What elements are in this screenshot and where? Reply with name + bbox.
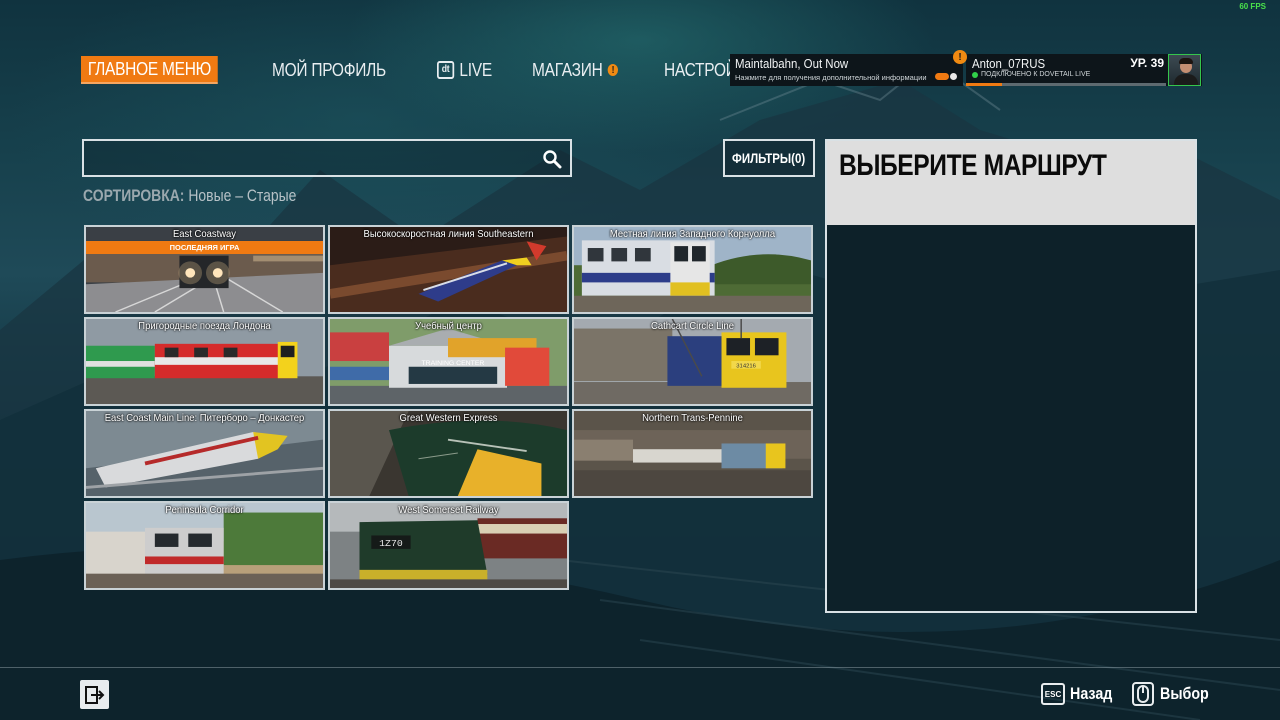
route-tile-great-western-express[interactable]: Great Western Express [328,409,569,498]
sort-value: Новые – Старые [188,186,297,205]
route-title: Высокоскоростная линия Southeastern [363,228,534,240]
select-label: Выбор [1160,684,1209,703]
dovetail-live-icon: dt [436,61,454,79]
route-tile-west-cornwall[interactable]: Местная линия Западного Корнуолла [572,225,813,314]
alert-icon: ! [608,64,619,76]
route-details-title: ВЫБЕРИТЕ МАРШРУТ [839,149,1107,182]
route-tile-northern-trans-pennine[interactable]: Northern Trans-Pennine [572,409,813,498]
route-tile-ecml-peterborough-doncaster[interactable]: East Coast Main Line: Питерборо – Донкас… [84,409,325,498]
route-details-header: ВЫБЕРИТЕ МАРШРУТ [827,141,1195,225]
back-hint[interactable]: ESC Назад [1041,682,1120,706]
headcode-display: 1Z70 [379,538,403,549]
route-tile-cathcart-circle[interactable]: 314216 Cathcart Circle Line [572,317,813,406]
profile-level: УР. 39 [1130,56,1164,70]
unit-number: 314216 [736,364,756,370]
esc-key-icon: ESC [1041,683,1065,705]
main-navigation: ГЛАВНОЕ МЕНЮ МОЙ ПРОФИЛЬ dt LIVE МАГАЗИН… [81,56,804,84]
select-hint[interactable]: Выбор [1131,682,1218,706]
online-status-icon [972,71,978,78]
route-title: Пригородные поезда Лондона [138,320,271,332]
avatar [1168,54,1201,86]
exit-icon [84,685,104,704]
fps-counter: 60 FPS [1239,2,1266,11]
xp-progress-bar [966,83,1166,86]
filters-label: ФИЛЬТРЫ(0) [732,150,806,166]
nav-my-profile[interactable]: МОЙ ПРОФИЛЬ [272,56,386,84]
footer-divider [0,667,1280,668]
connection-status: ПОДКЛЮЧЕНО К DOVETAIL LIVE [972,71,1090,78]
route-tile-peninsula-corridor[interactable]: Peninsula Corridor [84,501,325,590]
notification-subtitle: Нажмите для получения дополнительной инф… [735,73,927,82]
route-tile-training-center[interactable]: TRAINING CENTER Учебный центр [328,317,569,406]
nav-store-label: МАГАЗИН [532,59,603,80]
route-title: Peninsula Corridor [165,504,244,516]
route-title: Cathcart Circle Line [651,320,734,332]
route-title: East Coast Main Line: Питерборо – Донкас… [104,412,305,424]
route-tile-east-coastway[interactable]: East Coastway ПОСЛЕДНЯЯ ИГРА [84,225,325,314]
route-title: Great Western Express [399,412,498,424]
route-tile-london-commuter[interactable]: Пригородные поезда Лондона [84,317,325,406]
search-icon[interactable] [542,149,562,169]
xp-progress-fill [966,83,1002,86]
route-search [82,139,572,177]
training-center-sign: TRAINING CENTER [421,360,484,367]
back-label: Назад [1070,684,1113,703]
route-title: East Coastway [172,228,237,240]
sort-control[interactable]: СОРТИРОВКА: Новые – Старые [83,186,296,206]
notification-title: Maintalbahn, Out Now [735,56,849,71]
notification-alert-icon: ! [953,50,967,64]
route-tile-west-somerset-railway[interactable]: 1Z70 West Somerset Railway [328,501,569,590]
notification-pager-icon [935,73,957,80]
filters-button[interactable]: ФИЛЬТРЫ(0) [723,139,815,177]
search-input[interactable] [84,141,570,175]
connection-status-text: ПОДКЛЮЧЕНО К DOVETAIL LIVE [981,71,1091,78]
route-title: West Somerset Railway [398,504,499,516]
route-title: Местная линия Западного Корнуолла [609,228,776,240]
last-played-badge: ПОСЛЕДНЯЯ ИГРА [86,241,323,254]
news-notification[interactable]: Maintalbahn, Out Now Нажмите для получен… [730,54,963,86]
nav-store[interactable]: МАГАЗИН ! [532,56,619,84]
sort-label: СОРТИРОВКА: [83,186,185,205]
route-details-panel: ВЫБЕРИТЕ МАРШРУТ [825,139,1197,613]
profile-username: Anton_07RUS [972,56,1046,71]
nav-live-label: LIVE [458,59,492,80]
route-tile-southeastern-highspeed[interactable]: Высокоскоростная линия Southeastern [328,225,569,314]
profile-card[interactable]: Anton_07RUS ПОДКЛЮЧЕНО К DOVETAIL LIVE У… [966,54,1202,86]
exit-button[interactable] [80,680,109,709]
nav-live[interactable]: dt LIVE [436,56,492,84]
mouse-click-icon [1132,682,1154,706]
route-title: Учебный центр [415,320,482,332]
nav-main-menu[interactable]: ГЛАВНОЕ МЕНЮ [81,56,218,84]
route-title: Northern Trans-Pennine [642,412,743,424]
